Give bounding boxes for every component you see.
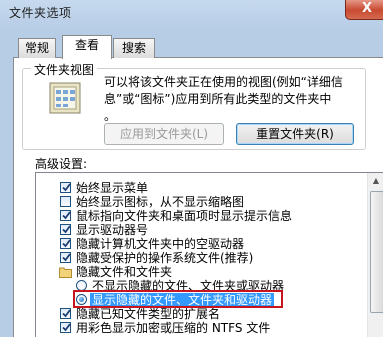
checkbox[interactable] — [60, 196, 71, 207]
list-item[interactable]: 鼠标指向文件夹和桌面项时显示提示信息 — [36, 209, 366, 224]
advanced-settings-list[interactable]: 始终显示菜单 始终显示图标，从不显示缩略图 鼠标指向文件夹和桌面项时显示提示信息… — [35, 172, 383, 337]
folder-view-icon — [48, 81, 86, 115]
scroll-up-icon[interactable]: ▲ — [370, 174, 382, 188]
window-title: 文件夹选项 — [9, 6, 72, 20]
list-item[interactable]: 始终显示菜单 — [36, 181, 366, 196]
list-item[interactable]: 用彩色显示加密或压缩的 NTFS 文件 — [36, 321, 366, 336]
checkbox[interactable] — [60, 322, 71, 333]
list-item[interactable]: 隐藏受保护的操作系统文件(推荐) — [36, 251, 366, 266]
checkbox[interactable] — [60, 252, 71, 263]
description-line-2: 息”或“图标”)应用到所有此类型的文件夹中 — [104, 92, 332, 106]
list-item-label: 隐藏已知文件类型的扩展名 — [76, 307, 221, 321]
checkbox[interactable] — [60, 182, 71, 193]
reset-folders-button[interactable]: 重置文件夹(R) — [236, 123, 354, 145]
tab-view[interactable]: 查看 — [62, 35, 112, 59]
list-item-label: 显示驱动器号 — [76, 223, 149, 237]
list-item-label: 隐藏计算机文件夹中的空驱动器 — [76, 237, 245, 251]
list-item-label: 始终显示图标，从不显示缩略图 — [76, 195, 245, 209]
list-item-label: 始终显示菜单 — [76, 181, 149, 195]
apply-to-folders-button[interactable]: 应用到文件夹(L) — [104, 123, 224, 145]
checkbox[interactable] — [60, 238, 71, 249]
list-item-label: 用彩色显示加密或压缩的 NTFS 文件 — [76, 321, 271, 335]
folder-views-description: 可以将该文件夹正在使用的视图(例如“详细信 息”或“图标”)应用到所有此类型的文… — [104, 74, 376, 125]
list-item-label: 鼠标指向文件夹和桌面项时显示提示信息 — [76, 209, 293, 223]
folder-views-heading: 文件夹视图 — [31, 61, 98, 78]
list-item-label: 隐藏文件和文件夹 — [76, 265, 173, 279]
list-item-label: 隐藏受保护的操作系统文件(推荐) — [76, 251, 254, 265]
folder-options-window: 文件夹选项 X 常规 查看 搜索 文件夹视图 可以将该文件夹正在使用的视图(例如… — [0, 0, 383, 337]
checkbox[interactable] — [60, 210, 71, 221]
tab-general[interactable]: 常规 — [18, 38, 56, 58]
description-line-1: 可以将该文件夹正在使用的视图(例如“详细信 — [104, 75, 343, 89]
tab-search[interactable]: 搜索 — [113, 38, 155, 58]
checkbox[interactable] — [60, 308, 71, 319]
advanced-settings-label: 高级设置: — [35, 157, 88, 171]
close-button[interactable]: X — [345, 0, 383, 20]
list-item[interactable]: 始终显示图标，从不显示缩略图 — [36, 195, 366, 210]
vertical-scrollbar[interactable]: ▲ — [367, 173, 383, 337]
list-item[interactable]: 显示驱动器号 — [36, 223, 366, 238]
annotation-highlight-box — [73, 290, 283, 308]
list-item[interactable]: 隐藏计算机文件夹中的空驱动器 — [36, 237, 366, 252]
list-item[interactable]: 隐藏已知文件类型的扩展名 — [36, 307, 366, 322]
list-item-group: 隐藏文件和文件夹 — [36, 265, 366, 280]
scroll-thumb[interactable] — [370, 191, 383, 313]
checkbox[interactable] — [60, 224, 71, 235]
